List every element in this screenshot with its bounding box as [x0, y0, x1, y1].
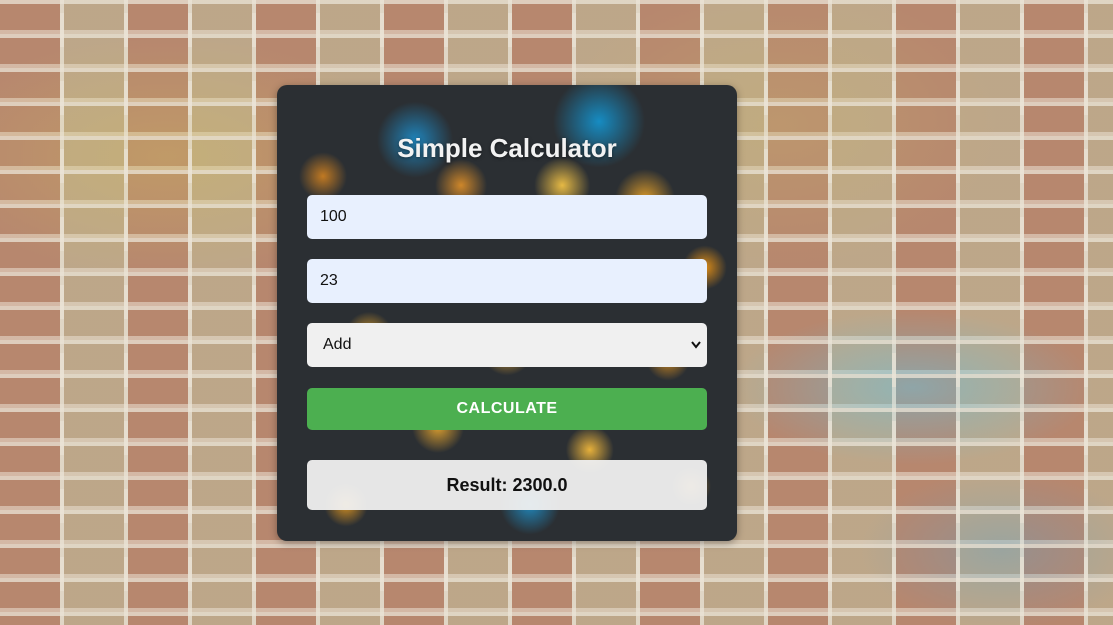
- operation-select[interactable]: Add: [307, 323, 707, 367]
- page-title: Simple Calculator: [397, 133, 617, 163]
- calculate-button[interactable]: CALCULATE: [307, 388, 707, 430]
- second-number-input[interactable]: 23: [307, 259, 707, 303]
- first-number-input[interactable]: 100: [307, 195, 707, 239]
- operation-selected-value: Add: [323, 336, 352, 353]
- chevron-down-icon: [691, 323, 701, 367]
- page: { "app": { "title": "Simple Calculator" …: [0, 0, 1113, 625]
- calculator-card: Simple Calculator 100 23 Add CALCULATE R…: [277, 85, 737, 541]
- result-display: Result: 2300.0: [307, 460, 707, 510]
